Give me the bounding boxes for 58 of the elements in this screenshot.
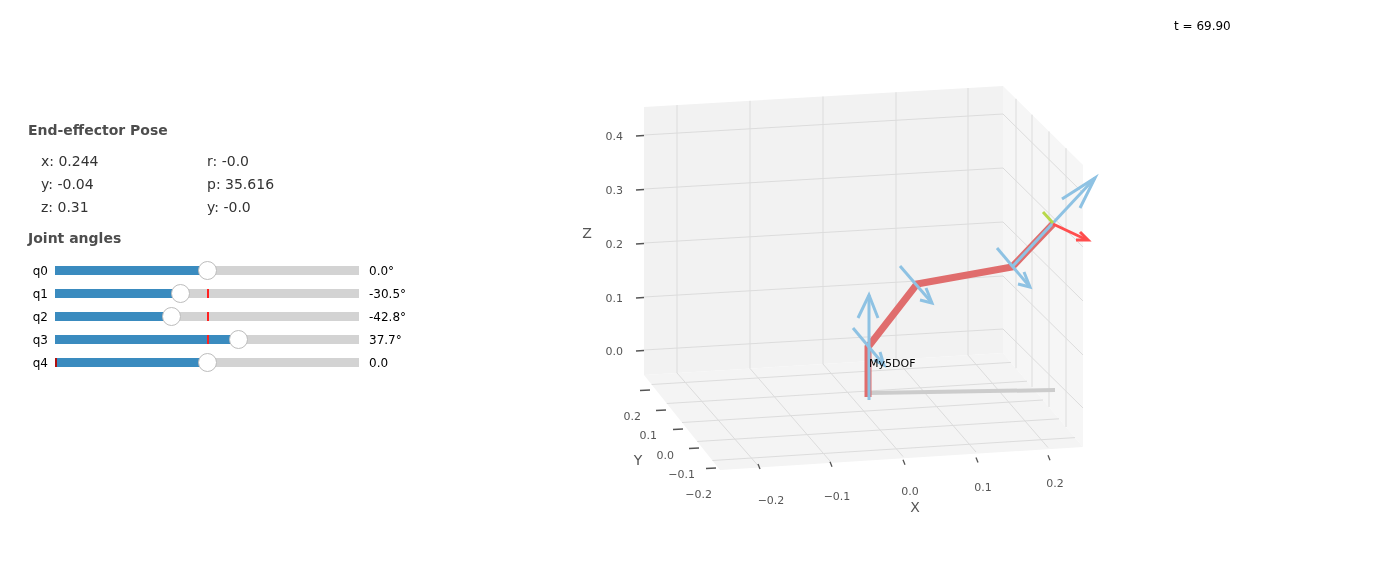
tick-mark <box>688 447 700 450</box>
slider-thumb[interactable] <box>171 284 191 303</box>
tick-mark <box>829 461 833 468</box>
robot-label: My5DOF <box>869 357 916 370</box>
tick-mark <box>655 409 667 412</box>
tick-label: −0.2 <box>685 488 712 501</box>
axis-label: Y <box>633 452 643 468</box>
slider-value: 37.7° <box>369 331 402 349</box>
tick-label: 0.2 <box>623 410 641 423</box>
tick-mark <box>635 242 645 245</box>
section-title: End-effector Pose <box>28 121 168 139</box>
axis-label: X <box>910 499 920 515</box>
tick-mark <box>975 456 979 464</box>
section-title: Joint angles <box>28 229 122 247</box>
tick-label: 0.2 <box>1046 477 1064 490</box>
pose-value: y: -0.0 <box>207 198 251 217</box>
slider-thumb[interactable] <box>161 307 181 326</box>
tick-mark <box>635 296 645 299</box>
slider-label: q1 <box>31 285 49 303</box>
axis-label: Z <box>582 225 592 241</box>
slider-value: 0.0° <box>369 262 395 280</box>
tick-mark <box>1047 454 1051 461</box>
slider-thumb[interactable] <box>197 261 217 280</box>
tick-label: 0.1 <box>605 292 623 305</box>
tick-label: −0.1 <box>823 490 851 503</box>
slider-label: q0 <box>31 262 49 280</box>
slider-thumb[interactable] <box>229 330 249 349</box>
tick-label: 0.0 <box>901 485 919 498</box>
tick-mark <box>705 467 717 470</box>
tick-mark <box>635 188 645 191</box>
tick-label: −0.1 <box>668 468 695 481</box>
slider-value: -30.5° <box>369 285 407 303</box>
time-label: t = 69.90 <box>1174 18 1231 35</box>
slider-value: 0.0 <box>369 354 389 372</box>
tick-label: −0.2 <box>757 494 785 507</box>
slider-label: q4 <box>31 354 49 372</box>
tick-label: 0.3 <box>605 184 623 197</box>
pose-value: z: 0.31 <box>41 198 89 217</box>
slider-thumb[interactable] <box>197 353 217 372</box>
tick-mark <box>757 463 761 470</box>
pose-value: y: -0.04 <box>41 175 94 194</box>
pose-value: r: -0.0 <box>207 152 249 171</box>
slider-label: q3 <box>31 331 49 349</box>
pose-value: p: 35.616 <box>207 175 275 194</box>
tick-label: 0.1 <box>639 429 657 442</box>
tick-label: 0.0 <box>656 449 674 462</box>
slider-value: -42.8° <box>369 308 407 326</box>
tick-mark <box>902 459 906 466</box>
tick-mark <box>635 349 645 352</box>
tick-mark <box>639 389 651 392</box>
tick-label: 0.0 <box>605 345 623 358</box>
tick-label: 0.2 <box>605 238 623 251</box>
tick-mark <box>672 428 684 431</box>
tick-mark <box>635 134 645 137</box>
tick-label: 0.1 <box>974 481 992 494</box>
pose-value: x: 0.244 <box>41 152 99 171</box>
tick-label: 0.4 <box>605 130 623 143</box>
slider-label: q2 <box>31 308 49 326</box>
